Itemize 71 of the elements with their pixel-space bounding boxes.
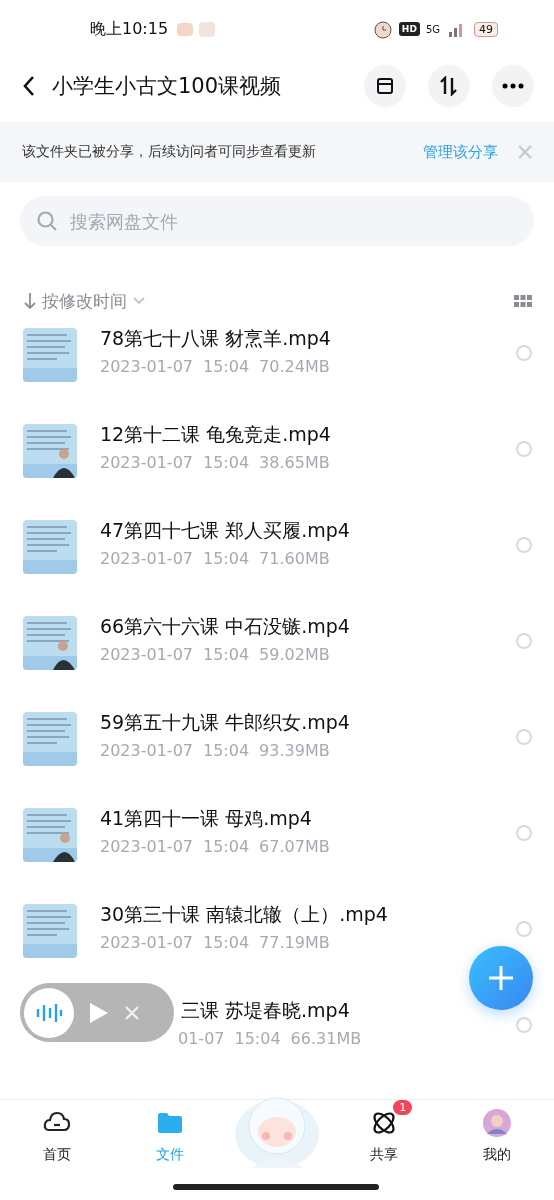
search-field[interactable]: 搜索网盘文件	[20, 196, 534, 246]
file-date: 2023-01-07	[100, 453, 193, 472]
select-radio[interactable]	[516, 345, 532, 361]
search-icon	[36, 210, 58, 232]
sound-wave-icon	[35, 1001, 63, 1024]
file-time: 15:04	[203, 933, 250, 952]
file-name[interactable]: 41第四十一课 母鸡.mp4	[100, 806, 516, 830]
file-date: 2023-01-07	[100, 741, 193, 760]
select-radio[interactable]	[516, 825, 532, 841]
file-time: 15:04	[234, 1029, 281, 1048]
file-name[interactable]: 66第六十六课 中石没镞.mp4	[100, 614, 516, 638]
file-date: 01-07	[178, 1029, 225, 1048]
file-date: 2023-01-07	[100, 933, 193, 952]
more-button[interactable]	[492, 65, 534, 107]
select-radio[interactable]	[516, 633, 532, 649]
select-radio[interactable]	[516, 537, 532, 553]
archive-button[interactable]	[364, 65, 406, 107]
plus-icon	[487, 964, 515, 992]
play-icon	[88, 1000, 110, 1025]
file-name[interactable]: 78第七十八课 豺烹羊.mp4	[100, 326, 516, 350]
file-date: 2023-01-07	[100, 645, 193, 664]
voice-button[interactable]	[24, 987, 74, 1038]
file-time: 15:04	[203, 549, 250, 568]
search-input[interactable]: 搜索网盘文件	[68, 209, 518, 233]
select-radio[interactable]	[516, 1017, 532, 1033]
notification-badge: 1	[393, 1100, 413, 1115]
more-icon	[502, 83, 524, 89]
file-name[interactable]: 30第三十课 南辕北辙（上）.mp4	[100, 902, 516, 926]
file-size: 77.19MB	[259, 933, 330, 952]
file-time: 15:04	[203, 645, 250, 664]
avatar-icon	[482, 1108, 513, 1138]
close-icon	[124, 1004, 140, 1021]
sort-button[interactable]	[428, 65, 470, 107]
file-time: 15:04	[203, 837, 250, 856]
file-time: 15:04	[203, 453, 250, 472]
close-button[interactable]	[124, 1004, 140, 1021]
box-icon	[375, 76, 395, 96]
file-date: 2023-01-07	[100, 837, 193, 856]
network-label: 5G	[425, 23, 440, 35]
chevron-down-icon[interactable]	[133, 297, 145, 305]
file-time: 15:04	[203, 741, 250, 760]
share-notice: 该文件夹已被分享，后续访问者可同步查看更新	[22, 143, 317, 161]
select-radio[interactable]	[516, 441, 532, 457]
tab-item[interactable]: 我的	[440, 1100, 554, 1200]
file-name[interactable]: 59第五十九课 牛郎织女.mp4	[100, 710, 516, 734]
hd-indicator: HD	[398, 22, 420, 36]
file-name[interactable]: 47第四十七课 郑人买履.mp4	[100, 518, 516, 542]
file-size: 71.60MB	[259, 549, 330, 568]
file-date: 2023-01-07	[100, 357, 193, 376]
play-button[interactable]	[88, 1000, 110, 1025]
back-icon[interactable]	[22, 75, 36, 97]
grid-view-icon[interactable]	[514, 295, 532, 307]
tab-item[interactable]: 首页	[0, 1100, 114, 1200]
file-size: 38.65MB	[259, 453, 330, 472]
file-size: 67.07MB	[259, 837, 330, 856]
select-radio[interactable]	[516, 729, 532, 745]
file-size: 59.02MB	[259, 645, 330, 664]
file-name[interactable]: 12第十二课 龟兔竞走.mp4	[100, 422, 516, 446]
file-time: 15:04	[203, 357, 250, 376]
status-time: 晚上10:15	[90, 18, 169, 40]
file-date: 2023-01-07	[100, 549, 193, 568]
file-name[interactable]: 三课 苏堤春晓.mp4	[181, 998, 350, 1022]
battery-level: 49	[474, 21, 498, 37]
add-button[interactable]	[469, 946, 533, 1010]
close-icon[interactable]	[518, 145, 532, 159]
file-size: 70.24MB	[259, 357, 330, 376]
select-radio[interactable]	[516, 921, 532, 937]
file-size: 66.31MB	[290, 1029, 362, 1048]
page-title: 小学生小古文100课视频	[52, 73, 283, 100]
down-arrow-icon	[24, 292, 36, 310]
file-size: 93.39MB	[259, 741, 330, 760]
